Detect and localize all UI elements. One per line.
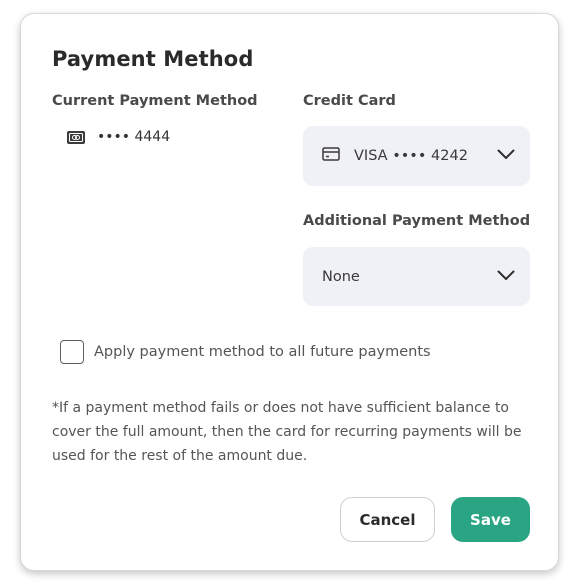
- payment-method-dialog: Payment Method Current Payment Method ••…: [20, 13, 559, 571]
- current-payment-method-label: Current Payment Method: [52, 93, 258, 109]
- apply-future-payments-row: Apply payment method to all future payme…: [60, 340, 431, 364]
- card-icon: [322, 147, 340, 165]
- chevron-down-icon: [497, 148, 515, 164]
- cancel-button[interactable]: Cancel: [340, 497, 435, 542]
- credit-card-label: Credit Card: [303, 93, 396, 109]
- current-payment-method: •••• 4444: [67, 129, 170, 145]
- additional-payment-method-label: Additional Payment Method: [303, 213, 531, 229]
- chevron-down-icon: [497, 269, 515, 285]
- credit-card-select[interactable]: VISA •••• 4242: [303, 126, 530, 186]
- apply-future-payments-checkbox[interactable]: [60, 340, 84, 364]
- dialog-title: Payment Method: [52, 47, 254, 71]
- payment-fallback-note: *If a payment method fails or does not h…: [52, 400, 522, 464]
- apply-future-payments-label[interactable]: Apply payment method to all future payme…: [94, 344, 431, 360]
- additional-payment-method-select[interactable]: None: [303, 247, 530, 306]
- save-button[interactable]: Save: [451, 497, 530, 542]
- credit-card-icon: [67, 130, 85, 144]
- current-payment-value: •••• 4444: [97, 129, 171, 145]
